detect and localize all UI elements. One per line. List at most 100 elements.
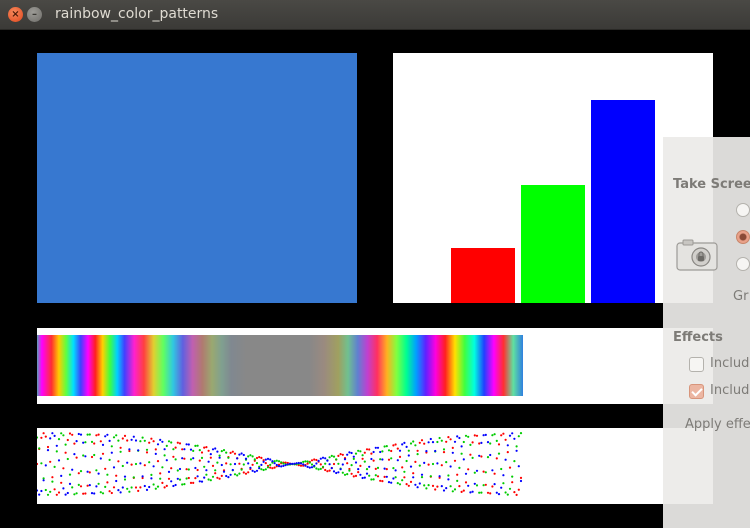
wave-dot bbox=[447, 436, 450, 439]
wave-dot bbox=[240, 468, 243, 471]
grab-area-radio[interactable] bbox=[736, 257, 750, 271]
wave-dot bbox=[489, 442, 492, 445]
window-titlebar: × – rainbow_color_patterns bbox=[0, 0, 750, 30]
wave-dot bbox=[480, 455, 483, 458]
wave-dot bbox=[145, 451, 149, 454]
wave-dot bbox=[357, 471, 360, 474]
wave-dot bbox=[211, 464, 215, 467]
minimize-button[interactable]: – bbox=[27, 7, 42, 22]
wave-dot bbox=[337, 462, 340, 465]
wave-dot bbox=[112, 486, 116, 489]
wave-dot bbox=[163, 448, 166, 451]
wave-dot bbox=[302, 463, 305, 466]
wave-dot bbox=[154, 448, 157, 451]
wave-dot bbox=[511, 481, 514, 484]
wave-dot bbox=[482, 470, 485, 473]
include-pointer-checkbox[interactable] bbox=[689, 357, 704, 372]
wave-dot bbox=[176, 469, 179, 472]
wave-dot bbox=[106, 473, 109, 476]
wave-dot bbox=[346, 473, 349, 476]
wave-dot bbox=[407, 484, 410, 487]
wave-dot bbox=[225, 462, 228, 465]
wave-dot bbox=[249, 454, 252, 457]
dialog-heading: Take Scree bbox=[673, 177, 750, 192]
wave-dot bbox=[504, 458, 507, 461]
wave-dot bbox=[130, 438, 133, 441]
wave-dot bbox=[137, 489, 140, 492]
wave-dot bbox=[434, 488, 437, 491]
grab-window-radio[interactable] bbox=[736, 230, 750, 244]
wave-dot bbox=[134, 462, 138, 466]
wave-dot bbox=[519, 479, 523, 483]
wave-dot bbox=[229, 451, 232, 454]
wave-dot bbox=[363, 476, 366, 479]
wave-dot bbox=[57, 459, 61, 462]
grab-screen-radio[interactable] bbox=[736, 203, 750, 217]
wave-dot bbox=[196, 468, 199, 472]
wave-dot bbox=[513, 491, 516, 494]
wave-dot bbox=[187, 468, 190, 471]
wave-dot bbox=[341, 471, 344, 474]
wave-dot bbox=[453, 440, 457, 443]
wave-dot bbox=[286, 463, 289, 466]
wave-dot bbox=[440, 485, 443, 488]
wave-dot bbox=[381, 480, 384, 483]
wave-dot bbox=[315, 462, 318, 465]
wave-dot bbox=[60, 432, 63, 435]
wave-dot bbox=[119, 491, 122, 494]
wave-dot bbox=[456, 435, 459, 438]
wave-dot bbox=[227, 476, 230, 479]
wave-dot bbox=[209, 453, 212, 456]
wave-dot bbox=[51, 432, 54, 435]
wave-dot bbox=[244, 472, 248, 475]
wave-dot bbox=[260, 456, 263, 459]
wave-dot bbox=[266, 466, 270, 469]
wave-dot bbox=[117, 439, 120, 442]
wave-dot bbox=[236, 474, 239, 477]
wave-dot bbox=[99, 491, 102, 494]
wave-dot bbox=[189, 448, 193, 451]
wave-dot bbox=[104, 467, 107, 470]
wave-dot bbox=[449, 485, 452, 488]
wave-dot bbox=[515, 493, 518, 496]
wave-dot bbox=[321, 465, 325, 468]
wave-dot bbox=[392, 444, 395, 447]
wave-dot bbox=[44, 464, 47, 467]
wave-dot bbox=[44, 488, 47, 492]
wave-dot bbox=[139, 462, 142, 465]
wave-dot bbox=[172, 484, 175, 488]
wave-dot bbox=[357, 468, 360, 471]
include-border-checkbox[interactable] bbox=[689, 384, 704, 399]
wave-dot bbox=[176, 441, 179, 444]
wave-dot bbox=[205, 473, 208, 476]
wave-dot bbox=[447, 474, 450, 477]
wave-dot bbox=[60, 474, 63, 477]
wave-dot bbox=[403, 441, 406, 444]
wave-dot bbox=[183, 457, 186, 460]
wave-dot bbox=[150, 477, 153, 480]
green-bar bbox=[521, 185, 585, 303]
wave-dot bbox=[143, 484, 146, 488]
wave-dot bbox=[260, 463, 263, 466]
wave-dot bbox=[269, 466, 272, 469]
close-button[interactable]: × bbox=[8, 7, 23, 22]
wave-dot bbox=[88, 471, 91, 474]
wave-dot bbox=[464, 434, 468, 437]
wave-dot bbox=[374, 474, 377, 477]
wave-dot bbox=[387, 481, 391, 484]
wave-dot bbox=[53, 488, 56, 491]
wave-dot bbox=[189, 458, 193, 461]
wave-dot bbox=[324, 468, 327, 472]
screenshot-dialog: Take Scree Gr Effects Includ Includ Appl… bbox=[663, 137, 750, 528]
wave-dot bbox=[374, 467, 377, 470]
window-title: rainbow_color_patterns bbox=[55, 6, 219, 22]
wave-dot bbox=[242, 453, 245, 457]
wave-dot bbox=[447, 478, 450, 481]
wave-dot bbox=[53, 434, 56, 437]
wave-dot bbox=[440, 464, 443, 467]
wave-dot bbox=[299, 464, 303, 467]
wave-dot bbox=[46, 449, 50, 452]
wave-dot bbox=[112, 466, 116, 469]
wave-dot bbox=[359, 473, 362, 476]
wave-dot bbox=[198, 459, 201, 462]
